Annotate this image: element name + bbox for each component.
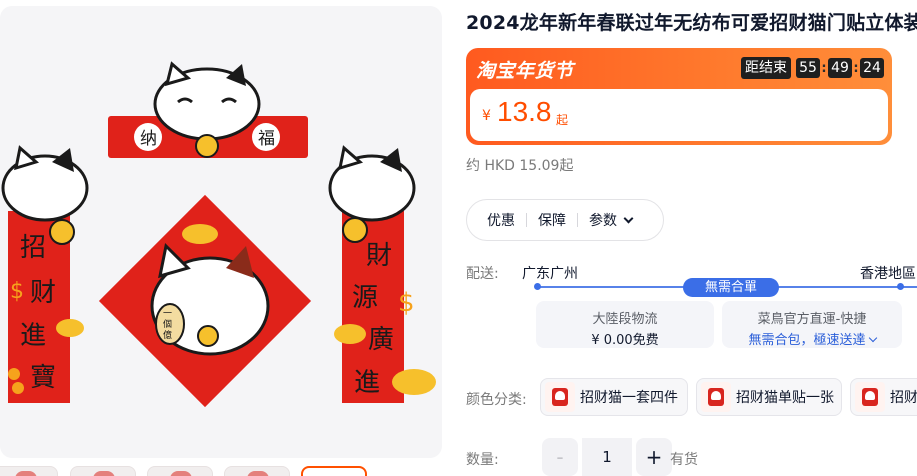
quantity-minus-button[interactable]: - [542, 438, 578, 476]
sku-option-set-of-four[interactable]: 招财猫一套四件 [540, 378, 688, 416]
cainiao-delivery-note[interactable]: 無需合包，極速送達 [722, 329, 902, 348]
banner-char-left: 纳 [140, 129, 157, 149]
sku-option-label: 招财猫单贴一张 [736, 390, 834, 406]
quantity-stepper: - 1 + [542, 438, 672, 476]
left-couplet-char-3: 進 [20, 321, 46, 351]
service-tags: 优惠 保障 参数 [466, 199, 664, 241]
currency-symbol: ¥ [482, 108, 491, 124]
promo-price-card: 淘宝年货节 距结束 55 : 49 : 24 ¥ 13.8 起 [466, 48, 892, 145]
thumbnail-2[interactable] [70, 466, 136, 476]
countdown-separator: : [853, 60, 859, 76]
mainland-logistics-card: 大陸段物流 ¥ 0.00免费 [536, 301, 714, 348]
price-box: ¥ 13.8 起 [470, 89, 888, 141]
ship-from: 广东广州 [522, 266, 578, 282]
sku-thumbnail-icon [701, 382, 731, 412]
banner-char-right: 福 [258, 129, 275, 149]
no-consolidation-badge: 無需合單 [683, 278, 779, 297]
sku-thumbnail-icon [545, 382, 575, 412]
countdown-seconds: 24 [860, 58, 884, 78]
tag-guarantee[interactable]: 保障 [538, 210, 566, 230]
coin-char-3: 億 [163, 329, 172, 341]
festival-label: 淘宝年货节 [476, 60, 574, 82]
right-couplet-char-2: 源 [352, 283, 378, 313]
price-suffix: 起 [556, 113, 569, 127]
cainiao-delivery-note-text: 無需合包，極速送達 [748, 333, 866, 348]
thumbnail-4[interactable] [224, 466, 290, 476]
quantity-plus-button[interactable]: + [636, 438, 672, 476]
left-couplet-char-1: 招 [20, 233, 46, 263]
route-end-dot [897, 283, 904, 290]
stock-status: 有货 [670, 452, 698, 468]
lucky-cat-couplet-illustration: 纳 福 招 财 進 寶 財 源 廣 進 一 個 億 $ $ [1, 61, 436, 408]
mainland-logistics-title: 大陸段物流 [592, 312, 658, 327]
sku-option-label: 招财猫一套四件 [580, 390, 678, 406]
thumbnail-strip [0, 466, 380, 476]
right-couplet-char-3: 廣 [368, 325, 394, 355]
product-title: 2024龙年新年春联过年无纺布可爱招财猫门贴立体装饰 [466, 12, 917, 34]
mainland-logistics-fee: ¥ 0.00免费 [591, 333, 659, 348]
left-couplet-char-2: 财 [30, 278, 56, 308]
countdown-timer: 距结束 55 : 49 : 24 [741, 57, 884, 79]
right-couplet-char-4: 進 [354, 368, 380, 398]
countdown-label: 距结束 [741, 57, 791, 79]
chevron-down-icon[interactable] [623, 213, 634, 223]
left-couplet-char-4: 寶 [30, 363, 56, 393]
shipping-label: 配送: [466, 266, 499, 282]
coin-char-2: 個 [163, 318, 172, 330]
hkd-price: 约 HKD 15.09起 [466, 158, 574, 174]
divider [577, 213, 578, 227]
cainiao-delivery-card[interactable]: 菜鳥官方直運-快捷 無需合包，極速送達 [722, 301, 902, 348]
route-start-dot [534, 283, 541, 290]
dollar-sign-left: $ [10, 279, 24, 304]
ship-to[interactable]: 香港地區 [860, 263, 916, 283]
divider [526, 213, 527, 227]
countdown-minutes: 49 [828, 58, 852, 78]
thumbnail-5[interactable] [301, 466, 367, 476]
dollar-sign-right: $ [398, 288, 415, 318]
color-label: 颜色分类: [466, 392, 527, 408]
sku-option-lucky-cat[interactable]: 招财猫 [850, 378, 917, 416]
tag-params[interactable]: 参数 [589, 210, 617, 230]
quantity-input[interactable]: 1 [582, 438, 632, 476]
countdown-hours: 55 [796, 58, 820, 78]
right-couplet-char-1: 財 [366, 241, 392, 271]
quantity-label: 数量: [466, 452, 499, 468]
chevron-down-icon [868, 333, 877, 343]
cainiao-delivery-title: 菜鳥官方直運-快捷 [757, 312, 867, 327]
thumbnail-1[interactable] [0, 466, 58, 476]
coin-char-1: 一 [163, 309, 172, 319]
countdown-separator: : [821, 60, 827, 76]
price-value: 13.8 [497, 96, 552, 127]
thumbnail-3[interactable] [147, 466, 213, 476]
tag-discount[interactable]: 优惠 [487, 210, 515, 230]
product-main-image[interactable]: 纳 福 招 财 進 寶 財 源 廣 進 一 個 億 $ $ [0, 6, 442, 458]
sku-thumbnail-icon [855, 382, 885, 412]
sku-option-single-sheet[interactable]: 招财猫单贴一张 [696, 378, 842, 416]
sku-option-label: 招财猫 [890, 390, 917, 406]
